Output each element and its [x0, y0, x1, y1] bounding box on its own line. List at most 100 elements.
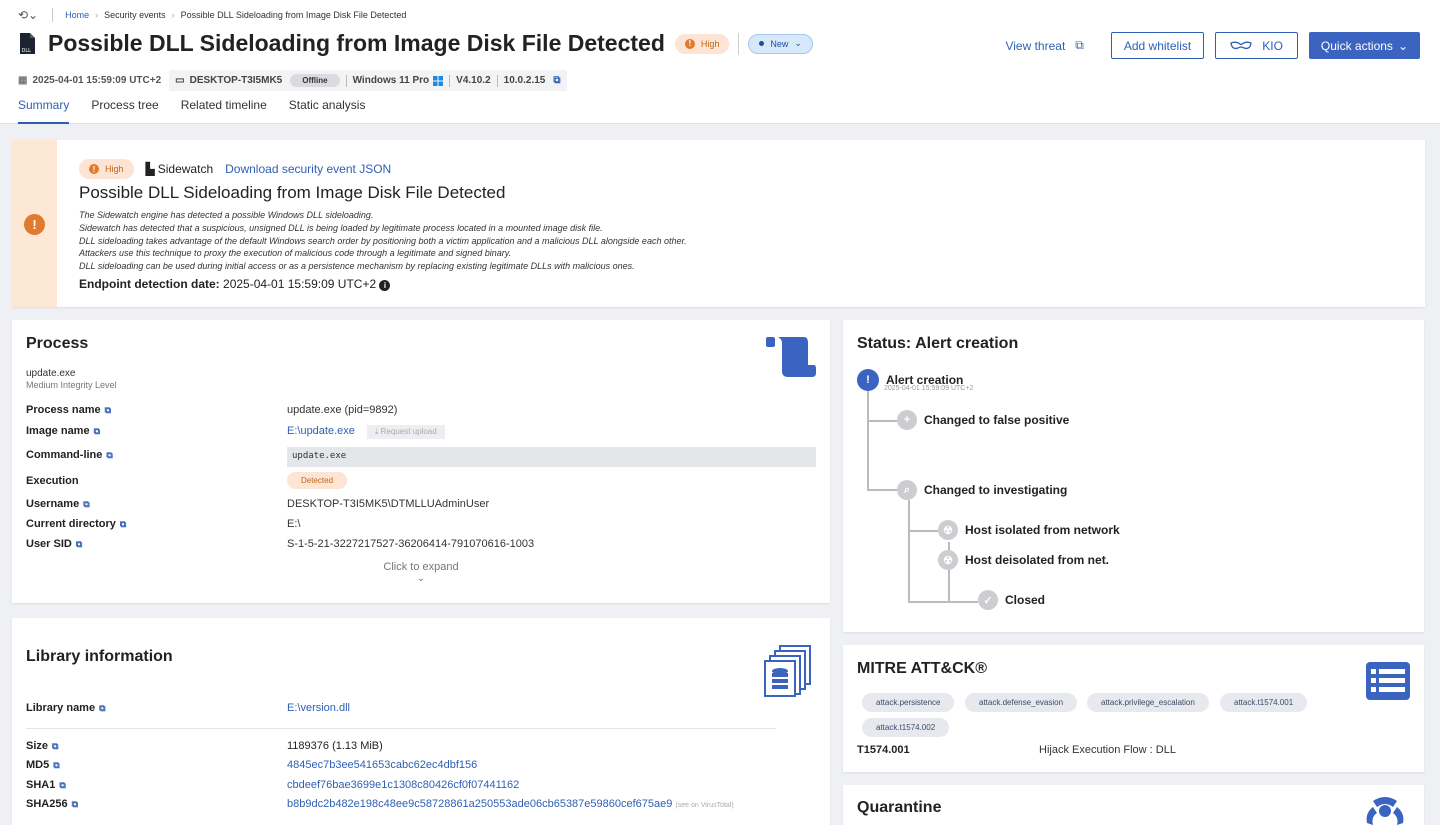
process-card: Process update.exe Medium Integrity Leve…	[12, 320, 830, 603]
plus-icon: +	[897, 410, 917, 430]
history-icon[interactable]: ⟲⌄	[18, 8, 38, 22]
mask-icon	[1230, 41, 1252, 49]
status-badge[interactable]: New ⌄	[748, 33, 813, 54]
divider	[52, 8, 54, 22]
severity-badge: ! High	[79, 159, 134, 179]
kio-label: KIO	[1262, 38, 1283, 53]
quick-actions-button[interactable]: Quick actions ⌄	[1308, 32, 1420, 59]
sha256-value[interactable]: b8b9dc2b482e198c48ee9c58728861a250553ade…	[287, 798, 672, 810]
current-directory-value: E:\	[287, 518, 301, 530]
external-link-icon[interactable]: ⧉	[99, 703, 105, 713]
divider	[345, 74, 347, 87]
quarantine-card: Quarantine	[843, 785, 1424, 825]
tab-bar: Summary Process tree Related timeline St…	[18, 98, 387, 124]
exclamation-icon: !	[857, 369, 879, 391]
tab-related-timeline[interactable]: Related timeline	[181, 98, 267, 124]
external-link-icon[interactable]: ⧉	[59, 780, 65, 790]
breadcrumb-security-events[interactable]: Security events	[104, 10, 166, 20]
external-link-icon[interactable]: ⧉	[553, 75, 560, 86]
field-size: Size ⧉ 1189376 (1.13 MiB)	[26, 740, 816, 758]
step-deisolated-label: Host deisolated from net.	[965, 553, 1110, 567]
search-icon: ⌕	[897, 480, 917, 500]
check-icon: ✓	[978, 590, 998, 610]
command-line-value[interactable]: update.exe	[287, 447, 816, 467]
tab-static-analysis[interactable]: Static analysis	[289, 98, 366, 124]
biohazard-icon	[1366, 797, 1404, 825]
info-icon[interactable]: i	[379, 280, 391, 291]
tag-attack-persistence[interactable]: attack.persistence	[862, 693, 955, 712]
external-link-icon[interactable]: ⧉	[53, 760, 59, 770]
request-upload-button[interactable]: ⤓ Request upload	[366, 425, 445, 439]
view-threat-label: View threat	[1005, 38, 1066, 53]
external-link-icon[interactable]: ⧉	[72, 799, 78, 809]
calendar-icon: ▦	[18, 75, 28, 86]
kio-button[interactable]: KIO	[1215, 32, 1298, 59]
expand-label: Click to expand	[383, 561, 459, 573]
status-dot-icon	[759, 41, 765, 46]
process-name-value[interactable]: update.exe (pid=9892)	[287, 404, 397, 416]
svg-text:DLL: DLL	[22, 48, 32, 54]
title-row: DLL Possible DLL Sideloading from Image …	[18, 30, 813, 57]
label-current-directory: Current directory	[26, 518, 116, 530]
chevron-down-icon: ⌄	[1397, 38, 1408, 53]
library-name-value[interactable]: E:\version.dll	[287, 702, 350, 714]
step-deisolated: ☢ Host deisolated from net.	[938, 550, 1109, 570]
desc-line: Sidewatch has detected that a suspicious…	[79, 222, 603, 233]
mitre-card: MITRE ATT&CK® attack.persistence attack.…	[843, 645, 1424, 772]
host-ip: 10.0.2.15	[503, 75, 546, 86]
tag-attack-t1574-001[interactable]: attack.t1574.001	[1220, 693, 1308, 712]
tag-attack-t1574-002[interactable]: attack.t1574.002	[862, 718, 950, 737]
external-link-icon[interactable]: ⧉	[52, 741, 58, 751]
external-link-icon[interactable]: ⧉	[94, 426, 100, 436]
expand-toggle[interactable]: Click to expand ⌄	[12, 561, 830, 584]
label-username: Username	[26, 498, 80, 510]
image-name-value[interactable]: E:\update.exe	[287, 425, 355, 437]
external-link-icon[interactable]: ⧉	[120, 519, 126, 529]
label-execution: Execution	[26, 475, 79, 487]
alert-banner: ! ! High ▙ Sidewatch Download security e…	[12, 140, 1425, 307]
status-title: Status: Alert creation	[857, 335, 1019, 352]
breadcrumb-current: Possible DLL Sideloading from Image Disk…	[180, 10, 407, 20]
md5-value[interactable]: 4845ec7b3ee541653cabc62ec4dbf156	[287, 759, 477, 771]
field-sha256: SHA256 ⧉ b8b9dc2b482e198c48ee9c58728861a2…	[26, 798, 816, 816]
tab-process-tree[interactable]: Process tree	[91, 98, 158, 124]
field-md5: MD5 ⧉ 4845ec7b3ee541653cabc62ec4dbf156	[26, 759, 816, 777]
field-process-name: Process name ⧉ update.exe (pid=9892)	[26, 404, 816, 424]
breadcrumb-home[interactable]: Home	[65, 10, 89, 20]
divider	[26, 728, 776, 729]
chevron-down-icon: ⌄	[794, 38, 802, 48]
username-value[interactable]: DESKTOP-T3I5MK5\DTMLLUAdminUser	[287, 498, 489, 510]
tag-attack-privilege-escalation[interactable]: attack.privilege_escalation	[1087, 693, 1209, 712]
divider	[738, 32, 740, 55]
add-whitelist-button[interactable]: Add whitelist	[1110, 32, 1205, 59]
status-label: New	[770, 38, 789, 49]
external-link-icon[interactable]: ⧉	[83, 499, 89, 509]
view-threat-button[interactable]: View threat ⧉	[993, 32, 1095, 59]
breadcrumb: ⟲⌄ Home › Security events › Possible DLL…	[18, 8, 406, 22]
external-link-icon[interactable]: ⧉	[105, 405, 111, 415]
step-investigating: ⌕ Changed to investigating	[897, 480, 1067, 500]
step-closed-label: Closed	[1005, 593, 1046, 607]
radiation-icon: ☢	[938, 550, 958, 570]
label-sha256: SHA256	[26, 798, 68, 810]
external-link-icon[interactable]: ⧉	[76, 539, 82, 549]
integrity-level: Medium Integrity Level	[26, 380, 117, 390]
field-execution: Execution Detected	[26, 472, 816, 495]
page-header: ⟲⌄ Home › Security events › Possible DLL…	[0, 0, 1440, 124]
host-name[interactable]: DESKTOP-T3I5MK5	[190, 75, 283, 86]
step-isolated: ☢ Host isolated from network	[938, 520, 1120, 540]
timeline-line	[908, 530, 938, 532]
sha1-value[interactable]: cbdeef76bae3699e1c1308c80426cf0f07441162	[287, 779, 519, 791]
download-json-link[interactable]: Download security event JSON	[225, 162, 391, 176]
tab-summary[interactable]: Summary	[18, 98, 70, 124]
tag-attack-defense-evasion[interactable]: attack.defense_evasion	[965, 693, 1078, 712]
user-sid-value: S-1-5-21-3227217527-36206414-791070616-1…	[287, 538, 535, 550]
step-false-positive-label: Changed to false positive	[924, 413, 1070, 427]
banner-header: ! High ▙ Sidewatch Download security eve…	[79, 159, 391, 179]
library-title: Library information	[26, 648, 173, 665]
virustotal-link[interactable]: (see on VirusTotal)	[675, 802, 733, 809]
library-card: Library information Library name ⧉ E:\ver…	[12, 618, 830, 825]
timeline-line	[908, 601, 978, 603]
external-link-icon[interactable]: ⧉	[106, 450, 112, 460]
engine-name: Sidewatch	[157, 162, 214, 176]
